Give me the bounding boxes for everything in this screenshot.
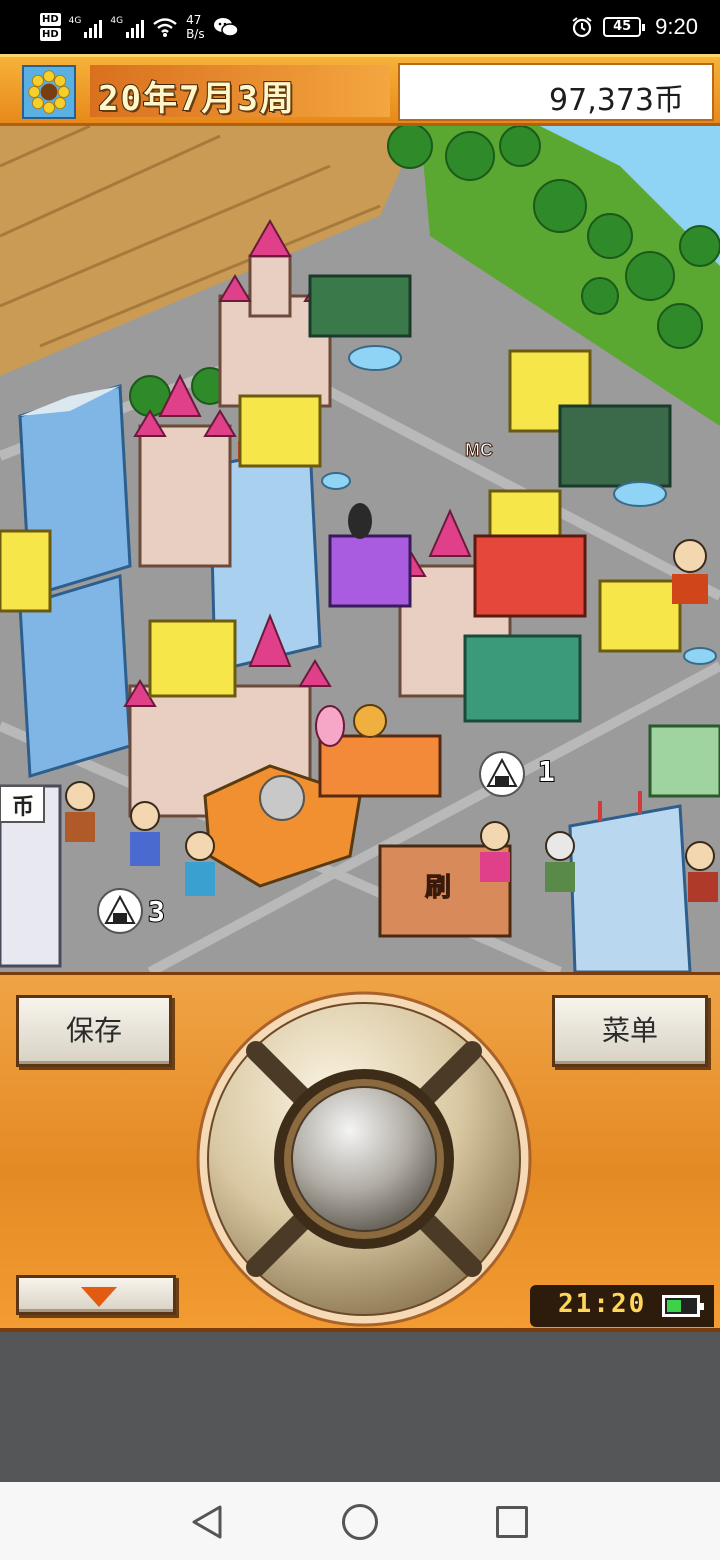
onigiri-count-1: 1 bbox=[538, 755, 555, 788]
green-building bbox=[463, 634, 582, 723]
control-panel: 保存 菜单 21:20 bbox=[0, 972, 720, 1332]
hd-badge-2: HD bbox=[40, 28, 61, 41]
down-arrow-icon bbox=[81, 1287, 117, 1307]
game-clock-time: 21:20 bbox=[558, 1289, 647, 1319]
green-shop-right bbox=[648, 724, 720, 798]
sign-shop-text: 刷 bbox=[425, 872, 451, 902]
red-building-sign: MC bbox=[465, 440, 493, 460]
purple-shop bbox=[328, 534, 412, 608]
wechat-icon bbox=[213, 18, 239, 37]
empty-area bbox=[0, 1332, 720, 1482]
signal-2-icon: 4G bbox=[110, 16, 145, 38]
collapse-panel-button[interactable] bbox=[16, 1275, 176, 1315]
menu-button[interactable]: 菜单 bbox=[552, 995, 708, 1067]
game-battery-icon bbox=[662, 1295, 704, 1317]
date-panel: 20年7月3周 bbox=[90, 65, 390, 120]
signal-1-icon: 4G bbox=[69, 16, 103, 38]
game-clock: 21:20 bbox=[530, 1285, 714, 1327]
network-speed: 47 B/s bbox=[186, 13, 205, 41]
castle-mid-left bbox=[138, 424, 232, 568]
directional-pad[interactable] bbox=[194, 989, 534, 1329]
coin-indicator-label: 币 bbox=[12, 795, 34, 820]
money-amount: 97,373币 bbox=[549, 83, 684, 118]
battery-icon: 45 bbox=[603, 17, 646, 37]
signal-1-label: 4G bbox=[68, 16, 82, 26]
alarm-icon bbox=[572, 17, 592, 38]
hd-badge-1: HD bbox=[40, 13, 61, 26]
signal-2-label: 4G bbox=[110, 16, 124, 26]
wifi-icon bbox=[153, 18, 177, 37]
game-date: 20年7月3周 bbox=[97, 78, 296, 120]
home-icon[interactable] bbox=[342, 1504, 378, 1540]
onigiri-count-2: 3 bbox=[148, 895, 165, 928]
network-speed-value: 47 bbox=[186, 13, 202, 27]
mascot-shop bbox=[318, 734, 442, 798]
back-icon[interactable] bbox=[190, 1504, 224, 1540]
game-hud: 20年7月3周 97,373币 bbox=[0, 54, 720, 126]
system-nav-bar bbox=[0, 1482, 720, 1560]
save-button[interactable]: 保存 bbox=[16, 995, 172, 1067]
temple-building-right bbox=[558, 404, 672, 488]
hd-indicators: HD HD bbox=[40, 13, 61, 41]
red-building bbox=[473, 534, 587, 618]
game-map[interactable]: 刷 1 3 币 MC bbox=[0, 126, 720, 972]
system-status-bar: HD HD 4G 4G 47 B/s 45 9:20 bbox=[0, 0, 720, 54]
recent-apps-icon[interactable] bbox=[496, 1506, 528, 1538]
temple-building bbox=[308, 274, 412, 338]
network-speed-unit: B/s bbox=[186, 27, 205, 41]
status-time: 9:20 bbox=[655, 14, 698, 39]
sunflower-season-icon[interactable] bbox=[22, 65, 76, 119]
onigiri-indicator-1 bbox=[479, 751, 525, 797]
onigiri-indicator-2 bbox=[97, 888, 143, 934]
money-panel: 97,373币 bbox=[398, 63, 714, 121]
